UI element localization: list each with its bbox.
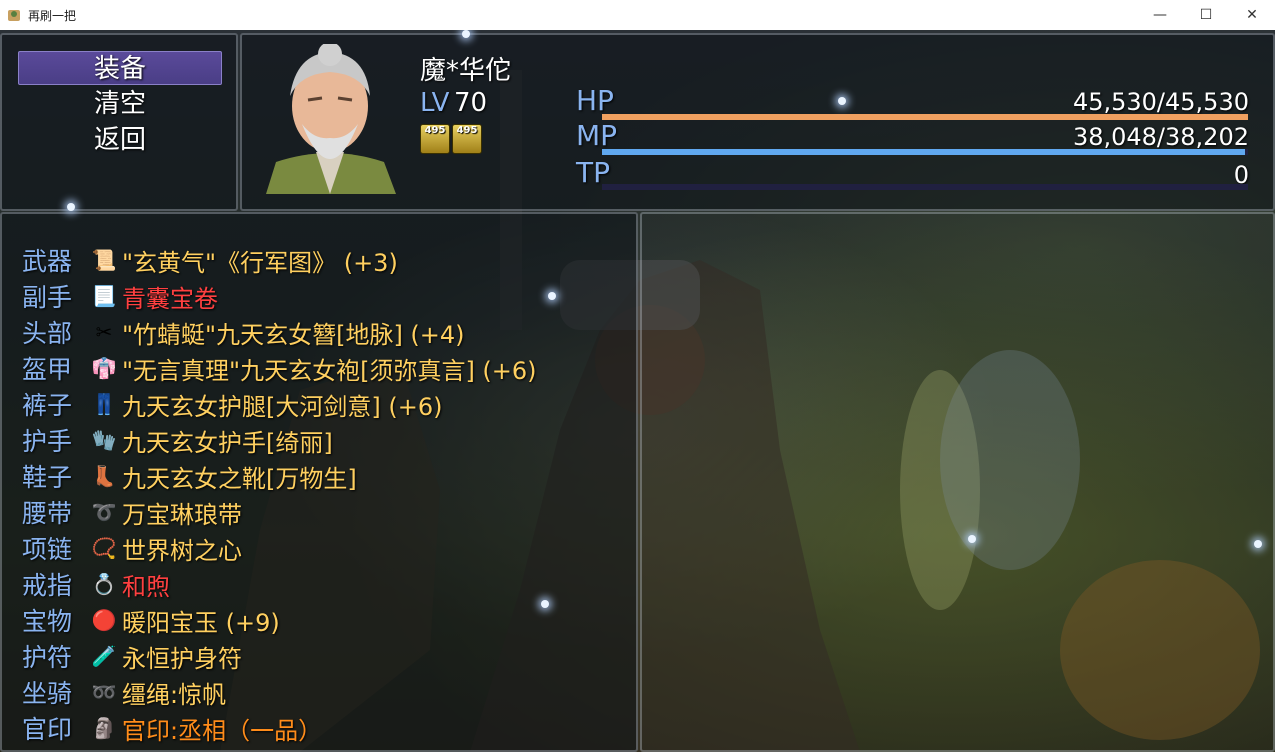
slot-name: 头部	[22, 319, 73, 348]
command-return[interactable]: 返回	[18, 123, 222, 157]
vial-icon: 🧪	[91, 644, 117, 668]
equipment-slot-row[interactable]: 项链 📿 世界树之心	[22, 531, 242, 565]
hp-value: 45,530/45,530	[1072, 88, 1249, 116]
equipment-name: 九天玄女护手[绮丽]	[122, 428, 333, 457]
equipment-slot-row[interactable]: 裤子 👖 九天玄女护腿[大河剑意] (+6)	[22, 387, 442, 421]
equipment-name: 和煦	[122, 572, 170, 601]
equipment-slot-row[interactable]: 鞋子 👢 九天玄女之靴[万物生]	[22, 459, 357, 493]
equipment-slot-row[interactable]: 护手 🧤 九天玄女护手[绮丽]	[22, 423, 333, 457]
equipment-name: 九天玄女之靴[万物生]	[122, 464, 357, 493]
minimize-button[interactable]: —	[1137, 0, 1183, 30]
red-orb-icon: 🔴	[91, 608, 117, 632]
rope-icon: ➿	[91, 680, 117, 704]
slot-name: 护手	[22, 427, 73, 456]
slot-name: 裤子	[22, 391, 73, 420]
window-title-bar: 再刷一把 — ☐ ✕	[0, 0, 1275, 31]
slot-name: 坐骑	[22, 679, 73, 708]
hp-label: HP	[576, 84, 614, 117]
equipment-name: 缰绳:惊帆	[122, 680, 227, 709]
slot-name: 腰带	[22, 499, 73, 528]
gloves-icon: 🧤	[91, 428, 117, 452]
equipment-name: 世界树之心	[122, 536, 242, 565]
hairpin-icon: ✂	[95, 320, 113, 344]
slot-name: 副手	[22, 283, 73, 312]
shield-badge-icon: 495	[452, 124, 482, 154]
actor-portrait	[266, 44, 396, 194]
sparkle-effect	[968, 535, 976, 543]
hp-gauge	[602, 114, 1248, 120]
close-icon: ✕	[1246, 7, 1258, 23]
equipment-slot-row[interactable]: 头部 ✂ "竹蜻蜓"九天玄女簪[地脉] (+4)	[22, 315, 465, 349]
maximize-button[interactable]: ☐	[1183, 0, 1229, 30]
actor-name: 魔*华佗	[420, 56, 512, 86]
sparkle-effect	[67, 203, 75, 211]
hp-gauge-fill	[602, 114, 1248, 120]
level-value: 70	[454, 88, 488, 118]
slot-name: 戒指	[22, 571, 73, 600]
equipment-name: 万宝琳琅带	[122, 500, 242, 529]
level-label: LV	[420, 88, 450, 118]
game-screen: 装备 清空 返回 魔*华佗 LV 70 495 495 HP 45,530/45…	[0, 30, 1275, 752]
equipment-slot-row[interactable]: 盔甲 👘 "无言真理"九天玄女袍[须弥真言] (+6)	[22, 351, 537, 385]
state-badge-value: 495	[456, 125, 478, 136]
window-title: 再刷一把	[28, 8, 77, 23]
belt-icon: ➰	[91, 500, 117, 524]
robe-icon: 👘	[91, 356, 117, 380]
equipment-name: "竹蜻蜓"九天玄女簪[地脉] (+4)	[122, 320, 465, 349]
boots-icon: 👢	[91, 464, 117, 488]
laurel-badge-icon: 495	[420, 124, 450, 154]
equipment-slot-row[interactable]: 腰带 ➰ 万宝琳琅带	[22, 495, 242, 529]
equipment-name: 九天玄女护腿[大河剑意] (+6)	[122, 392, 443, 421]
seal-icon: 🗿	[91, 716, 117, 740]
scroll-icon: 📜	[91, 248, 117, 272]
app-icon	[8, 10, 20, 21]
command-equip[interactable]: 装备	[18, 51, 222, 85]
equipment-slot-row[interactable]: 官印 🗿 官印:丞相（一品）	[22, 711, 322, 745]
equipment-slot-row[interactable]: 武器 📜 "玄黄气"《行军图》 (+3)	[22, 243, 398, 277]
equipment-name: 官印:丞相（一品）	[122, 716, 323, 745]
slot-name: 项链	[22, 535, 73, 564]
slot-name: 官印	[22, 715, 73, 744]
item-window	[640, 212, 1275, 752]
tp-gauge	[602, 184, 1248, 190]
equipment-slot-row[interactable]: 护符 🧪 永恒护身符	[22, 639, 242, 673]
sparkle-effect	[541, 600, 549, 608]
slot-name: 宝物	[22, 607, 73, 636]
slot-name: 盔甲	[22, 355, 73, 384]
pants-icon: 👖	[91, 392, 117, 416]
equipment-name: 青囊宝卷	[122, 284, 218, 313]
sparkle-effect	[838, 97, 846, 105]
slot-name: 鞋子	[22, 463, 73, 492]
slot-name: 武器	[22, 247, 73, 276]
slot-name: 护符	[22, 643, 73, 672]
mp-label: MP	[576, 119, 618, 152]
mp-gauge-fill	[602, 149, 1246, 155]
sparkle-effect	[1254, 540, 1262, 548]
maximize-icon: ☐	[1199, 7, 1213, 23]
equipment-name: 暖阳宝玉 (+9)	[122, 608, 280, 637]
equipment-name: 永恒护身符	[122, 644, 242, 673]
mp-value: 38,048/38,202	[1072, 123, 1249, 151]
scroll-roll-icon: 📃	[91, 284, 117, 308]
equipment-name: "玄黄气"《行军图》 (+3)	[122, 248, 398, 277]
equipment-name: "无言真理"九天玄女袍[须弥真言] (+6)	[122, 356, 537, 385]
equipment-slot-row[interactable]: 戒指 💍 和煦	[22, 567, 170, 601]
close-button[interactable]: ✕	[1229, 0, 1275, 30]
minimize-icon: —	[1153, 7, 1167, 23]
necklace-icon: 📿	[91, 536, 117, 560]
ring-icon: 💍	[91, 572, 117, 596]
command-window: 装备 清空 返回	[0, 33, 238, 211]
sparkle-effect	[548, 292, 556, 300]
sparkle-effect	[462, 30, 470, 38]
equipment-slot-row[interactable]: 宝物 🔴 暖阳宝玉 (+9)	[22, 603, 280, 637]
mp-gauge	[602, 149, 1248, 155]
equipment-slot-row[interactable]: 副手 📃 青囊宝卷	[22, 279, 218, 313]
state-badge-value: 495	[424, 125, 446, 136]
equipment-slot-row[interactable]: 坐骑 ➿ 缰绳:惊帆	[22, 675, 226, 709]
command-clear[interactable]: 清空	[18, 87, 222, 121]
